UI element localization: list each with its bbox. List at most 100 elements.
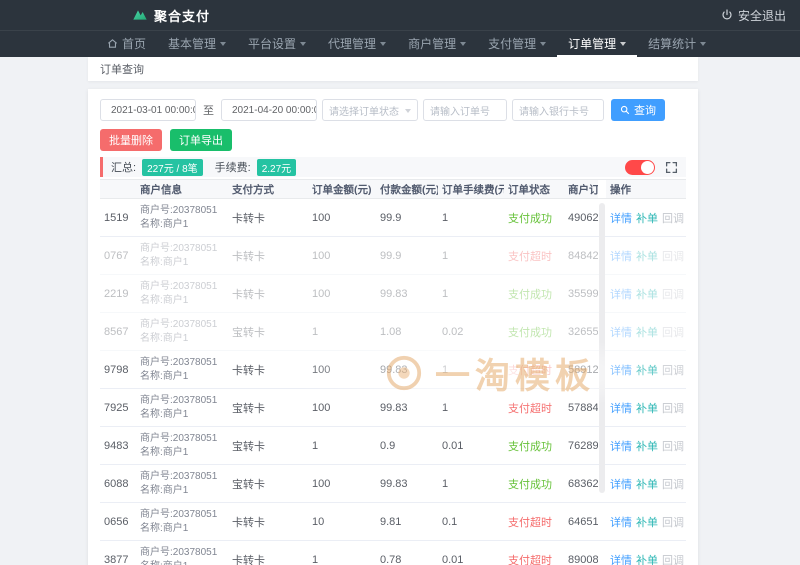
nav-item-label: 支付管理 [488,36,537,51]
supplement-order-link[interactable]: 补单 [636,438,658,454]
merchant-info: 商户号:20378051 名称:商户1 [136,432,228,459]
detail-link[interactable]: 详情 [610,476,632,492]
order-export-label: 订单导出 [179,135,223,147]
callback-link[interactable]: 回调 [662,362,684,378]
detail-link[interactable]: 详情 [610,552,632,565]
merchant-no: 商户号:20378051 [140,281,218,292]
supplement-order-link[interactable]: 补单 [636,362,658,378]
merchant-no: 商户号:20378051 [140,433,218,444]
callback-link[interactable]: 回调 [662,438,684,454]
date-to-input[interactable]: 2021-04-20 00:00:00 [221,99,317,121]
merchant-name: 名称:商户1 [140,522,189,534]
supplement-order-link[interactable]: 补单 [636,514,658,530]
search-button[interactable]: 查询 [611,99,665,121]
brand: 聚合支付 [132,6,210,25]
chevron-down-icon [620,41,627,49]
order-fee: 1 [442,477,449,490]
order-number: 9798 [104,363,129,376]
order-fee: 1 [442,287,449,300]
detail-link[interactable]: 详情 [610,286,632,302]
order-fee: 0.02 [442,325,464,338]
supplement-order-link[interactable]: 补单 [636,400,658,416]
detail-link[interactable]: 详情 [610,210,632,226]
summary-fee-label: 手续费: [214,162,251,174]
order-status-placeholder: 请选择订单状态 [329,106,399,118]
toggle-switch[interactable] [625,159,655,175]
supplement-order-link[interactable]: 补单 [636,286,658,302]
merchant-name: 名称:商户1 [140,218,189,230]
search-icon [620,105,630,115]
batch-delete-button[interactable]: 批量删除 [100,129,162,151]
callback-link[interactable]: 回调 [662,248,684,264]
detail-link[interactable]: 详情 [610,400,632,416]
nav-item-payment-mgmt[interactable]: 支付管理 [477,31,557,57]
row-actions: 详情 补单 回调 [606,476,686,492]
callback-link[interactable]: 回调 [662,552,684,565]
row-actions: 详情 补单 回调 [606,248,686,264]
col-merchant-info: 商户信息 [140,183,182,196]
vertical-scrollbar[interactable] [599,203,605,493]
nav-item-agent-mgmt[interactable]: 代理管理 [317,31,397,57]
detail-link[interactable]: 详情 [610,438,632,454]
callback-link[interactable]: 回调 [662,514,684,530]
table-header: 商户信息 支付方式 订单金额(元) 付款金额(元) 订单手续费(元) 订单状态 … [100,179,686,199]
order-no-input[interactable]: 请输入订单号 [423,99,507,121]
nav-item-order-mgmt[interactable]: 订单管理 [557,31,638,57]
row-actions: 详情 补单 回调 [606,324,686,340]
supplement-order-link[interactable]: 补单 [636,248,658,264]
order-status: 支付成功 [508,478,552,491]
merchant-name: 名称:商户1 [140,256,189,268]
detail-link[interactable]: 详情 [610,248,632,264]
merchant-order-no: 578843 [568,401,598,414]
scrollbar-gutter [598,180,606,198]
filter-bar: 2021-03-01 00:00:00 至 2021-04-20 00:00:0… [100,99,686,121]
callback-link[interactable]: 回调 [662,400,684,416]
order-status-select[interactable]: 请选择订单状态 [322,99,418,121]
nav-item-basic-mgmt[interactable]: 基本管理 [157,31,237,57]
merchant-info: 商户号:20378051 名称:商户1 [136,280,228,307]
callback-link[interactable]: 回调 [662,210,684,226]
order-fee: 1 [442,249,449,262]
date-from-input[interactable]: 2021-03-01 00:00:00 [100,99,196,121]
order-number: 8567 [104,325,129,338]
callback-link[interactable]: 回调 [662,476,684,492]
col-order-status: 订单状态 [508,183,550,196]
callback-link[interactable]: 回调 [662,286,684,302]
merchant-name: 名称:商户1 [140,560,228,565]
merchant-order-no: 890086 [568,553,598,565]
fullscreen-icon[interactable] [665,161,678,174]
nav-item-home[interactable]: 首页 [96,31,157,57]
nav-item-merchant-mgmt[interactable]: 商户管理 [397,31,477,57]
pay-method: 卡转卡 [232,554,265,565]
detail-link[interactable]: 详情 [610,324,632,340]
action-bar: 批量删除 订单导出 [100,129,686,151]
page-title: 订单查询 [100,64,144,76]
order-no-placeholder: 请输入订单号 [430,106,490,118]
logout-button[interactable]: 安全退出 [721,7,786,24]
paid-amount: 99.83 [380,287,408,300]
nav-item-settlement-stats[interactable]: 结算统计 [637,31,717,57]
merchant-no: 商户号:20378051 [140,243,218,254]
supplement-order-link[interactable]: 补单 [636,552,658,565]
order-fee: 1 [442,211,449,224]
callback-link[interactable]: 回调 [662,324,684,340]
supplement-order-link[interactable]: 补单 [636,476,658,492]
order-amount: 1 [312,553,319,565]
merchant-name: 名称:商户1 [140,408,189,420]
order-amount: 100 [312,249,331,262]
supplement-order-link[interactable]: 补单 [636,324,658,340]
nav-item-label: 结算统计 [648,36,697,51]
order-status: 支付超时 [508,554,552,565]
row-actions: 详情 补单 回调 [606,286,686,302]
order-fee: 0.1 [442,515,458,528]
order-export-button[interactable]: 订单导出 [170,129,232,151]
order-number: 6088 [104,477,129,490]
pay-method: 卡转卡 [232,364,265,377]
merchant-no: 商户号:20378051 [140,319,218,330]
detail-link[interactable]: 详情 [610,362,632,378]
col-paid-amount: 付款金额(元) [380,183,438,196]
supplement-order-link[interactable]: 补单 [636,210,658,226]
bank-card-input[interactable]: 请输入银行卡号 [512,99,604,121]
detail-link[interactable]: 详情 [610,514,632,530]
nav-item-platform-settings[interactable]: 平台设置 [237,31,317,57]
